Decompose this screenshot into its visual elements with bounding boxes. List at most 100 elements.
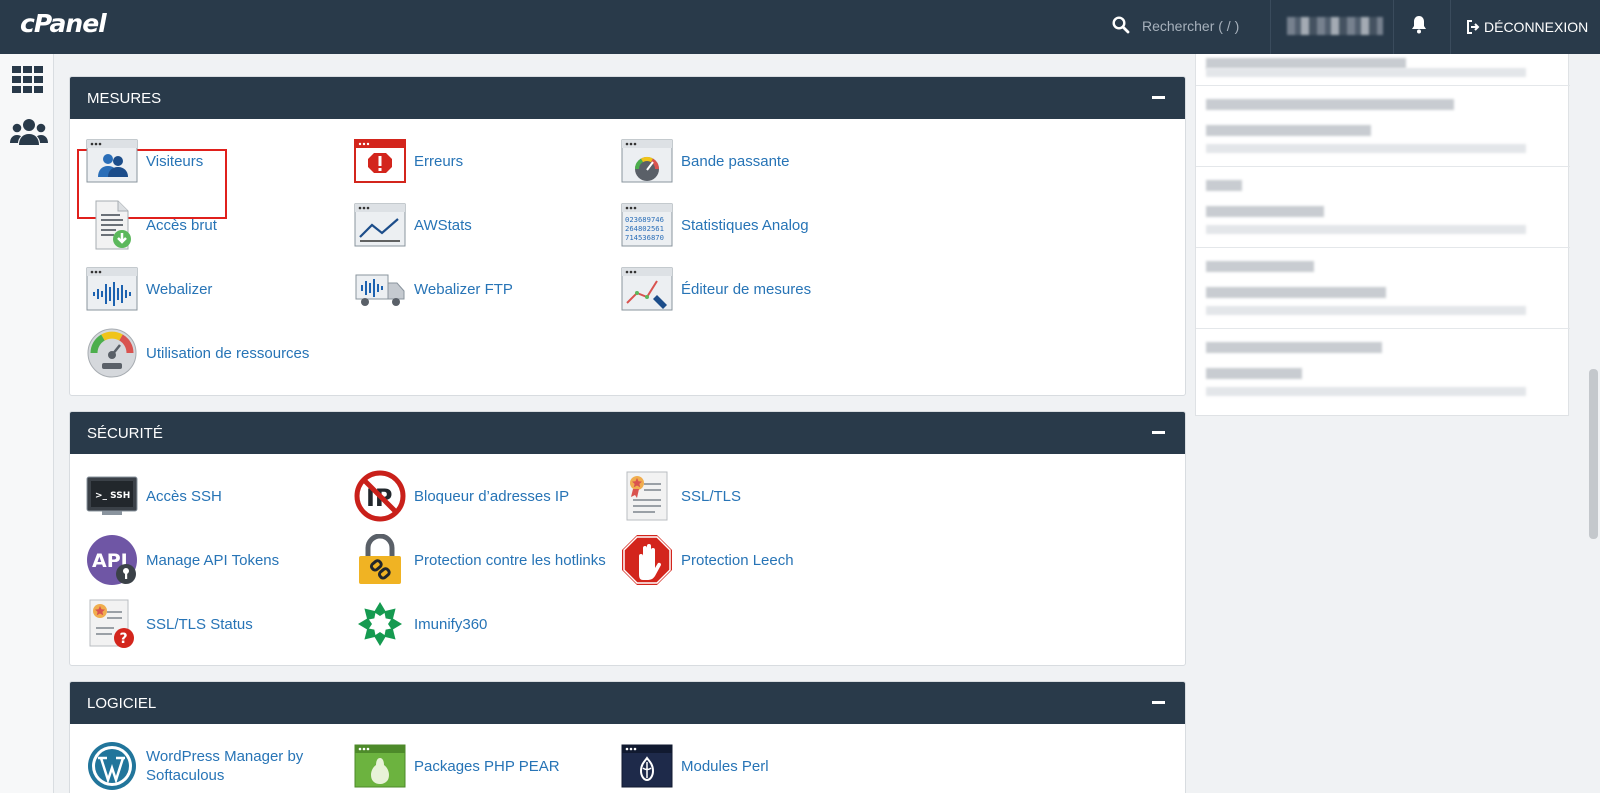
collapse-icon[interactable] (1152, 431, 1165, 434)
search-input[interactable]: Rechercher ( / ) (1142, 18, 1239, 34)
item-webalizer[interactable]: Webalizer (86, 263, 212, 315)
redacted-text (1206, 125, 1371, 136)
panel-mesures: MESURES Visiteurs Erreurs Bande passante… (69, 76, 1186, 396)
item-label: Webalizer FTP (414, 280, 513, 298)
visitors-icon (86, 135, 138, 187)
item-acces-brut[interactable]: Accès brut (86, 199, 217, 251)
item-label: Éditeur de mesures (681, 280, 812, 298)
api-tokens-icon: API (86, 534, 138, 586)
divider (1196, 328, 1570, 329)
item-bloqueur-ip[interactable]: IP Bloqueur d’adresses IP (354, 470, 569, 522)
users-icon[interactable] (10, 118, 48, 151)
redacted-text (1206, 342, 1382, 353)
webalizer-ftp-icon (354, 263, 406, 315)
errors-icon (354, 135, 406, 187)
perl-modules-icon (621, 740, 673, 792)
bell-icon[interactable] (1411, 15, 1427, 40)
redacted-bar (1206, 144, 1526, 153)
section-title: LOGICIEL (87, 694, 157, 712)
item-visiteurs[interactable]: Visiteurs (86, 135, 203, 187)
divider (1196, 85, 1570, 86)
top-bar: cPanel Rechercher ( / ) DÉCONNEXION (0, 0, 1600, 54)
item-api-tokens[interactable]: API Manage API Tokens (86, 534, 279, 586)
item-label: SSL/TLS Status (146, 615, 253, 633)
item-label: Protection Leech (681, 551, 794, 569)
imunify360-icon (354, 598, 406, 650)
redacted-bar (1206, 225, 1526, 234)
item-label: Accès brut (146, 216, 217, 234)
redacted-bar (1206, 68, 1526, 77)
item-label: Bloqueur d’adresses IP (414, 487, 570, 505)
item-label: Statistiques Analog (681, 216, 809, 234)
awstats-icon (354, 199, 406, 251)
grid-icon[interactable] (12, 66, 43, 98)
bandwidth-icon (621, 135, 673, 187)
ssh-icon: >_ SSH (86, 470, 138, 522)
panel-header-mesures[interactable]: MESURES (70, 77, 1185, 119)
item-label: Manage API Tokens (146, 551, 280, 569)
item-label: Bande passante (681, 152, 790, 170)
item-ssl-status[interactable]: ? SSL/TLS Status (86, 598, 253, 650)
item-label: Protection contre les hotlinks (414, 551, 606, 569)
section-title: SÉCURITÉ (87, 424, 163, 442)
scrollbar-thumb[interactable] (1589, 369, 1598, 539)
ip-blocker-icon: IP (354, 470, 406, 522)
item-imunify360[interactable]: Imunify360 (354, 598, 487, 650)
collapse-icon[interactable] (1152, 96, 1165, 99)
php-pear-icon (354, 740, 406, 792)
redacted-bar (1206, 306, 1526, 315)
redacted-text (1206, 99, 1454, 110)
panel-securite: SÉCURITÉ >_ SSH Accès SSH IP Bloqueur d’… (69, 411, 1186, 666)
item-label: Modules Perl (681, 757, 769, 775)
ssl-status-icon: ? (86, 598, 138, 650)
item-label: Utilisation de ressources (146, 344, 310, 362)
ssh-icon-text: >_ SSH (95, 491, 130, 501)
redacted-text (1206, 287, 1386, 298)
item-leech-protection[interactable]: Protection Leech (621, 534, 794, 586)
panel-logiciel: LOGICIEL WordPress Manager by Softaculou… (69, 681, 1186, 793)
analog-line-3: 714536870 (625, 233, 664, 242)
item-statistiques-analog[interactable]: 023689746 264802561 714536870 Statistiqu… (621, 199, 809, 251)
ssl-tls-icon (621, 470, 673, 522)
item-label: SSL/TLS (681, 487, 742, 505)
item-webalizer-ftp[interactable]: Webalizer FTP (354, 263, 513, 315)
item-label: Erreurs (414, 152, 464, 170)
raw-access-icon (86, 199, 138, 251)
redacted-text (1206, 180, 1242, 191)
redacted-bar (1206, 387, 1526, 396)
analog-stats-icon: 023689746 264802561 714536870 (621, 199, 673, 251)
logout-label: DÉCONNEXION (1484, 19, 1589, 35)
item-php-pear[interactable]: Packages PHP PEAR (354, 740, 560, 792)
leech-protection-icon (621, 534, 673, 586)
redacted-text (1206, 206, 1324, 217)
item-label: Imunify360 (414, 615, 488, 633)
stats-sidebar (1195, 54, 1570, 416)
item-erreurs[interactable]: Erreurs (354, 135, 463, 187)
item-utilisation-ressources[interactable]: Utilisation de ressources (86, 327, 309, 379)
left-rail (0, 54, 54, 793)
item-label: Accès SSH (146, 487, 222, 505)
collapse-icon[interactable] (1152, 701, 1165, 704)
analog-line-1: 023689746 (625, 215, 664, 224)
user-menu[interactable] (1270, 0, 1394, 54)
panel-header-securite[interactable]: SÉCURITÉ (70, 412, 1185, 454)
panel-header-logiciel[interactable]: LOGICIEL (70, 682, 1185, 724)
item-label: WordPress Manager by Softaculous (146, 748, 304, 784)
item-awstats[interactable]: AWStats (354, 199, 472, 251)
item-perl-modules[interactable]: Modules Perl (621, 740, 769, 792)
page-scrollbar[interactable] (1586, 54, 1600, 793)
resource-usage-icon (86, 327, 138, 379)
webalizer-icon (86, 263, 138, 315)
item-ssl-tls[interactable]: SSL/TLS (621, 470, 741, 522)
hotlink-protection-icon (354, 534, 406, 586)
analog-line-2: 264802561 (625, 224, 664, 233)
item-wordpress-manager[interactable]: WordPress Manager by Softaculous (86, 740, 326, 792)
logout-icon (1467, 20, 1480, 34)
item-editeur-mesures[interactable]: Éditeur de mesures (621, 263, 811, 315)
search-icon[interactable] (1112, 16, 1130, 39)
item-acces-ssh[interactable]: >_ SSH Accès SSH (86, 470, 222, 522)
logout-button[interactable]: DÉCONNEXION (1450, 0, 1600, 54)
item-hotlink-protection[interactable]: Protection contre les hotlinks (354, 534, 606, 586)
cpanel-logo[interactable]: cPanel (20, 9, 107, 38)
item-bande-passante[interactable]: Bande passante (621, 135, 789, 187)
